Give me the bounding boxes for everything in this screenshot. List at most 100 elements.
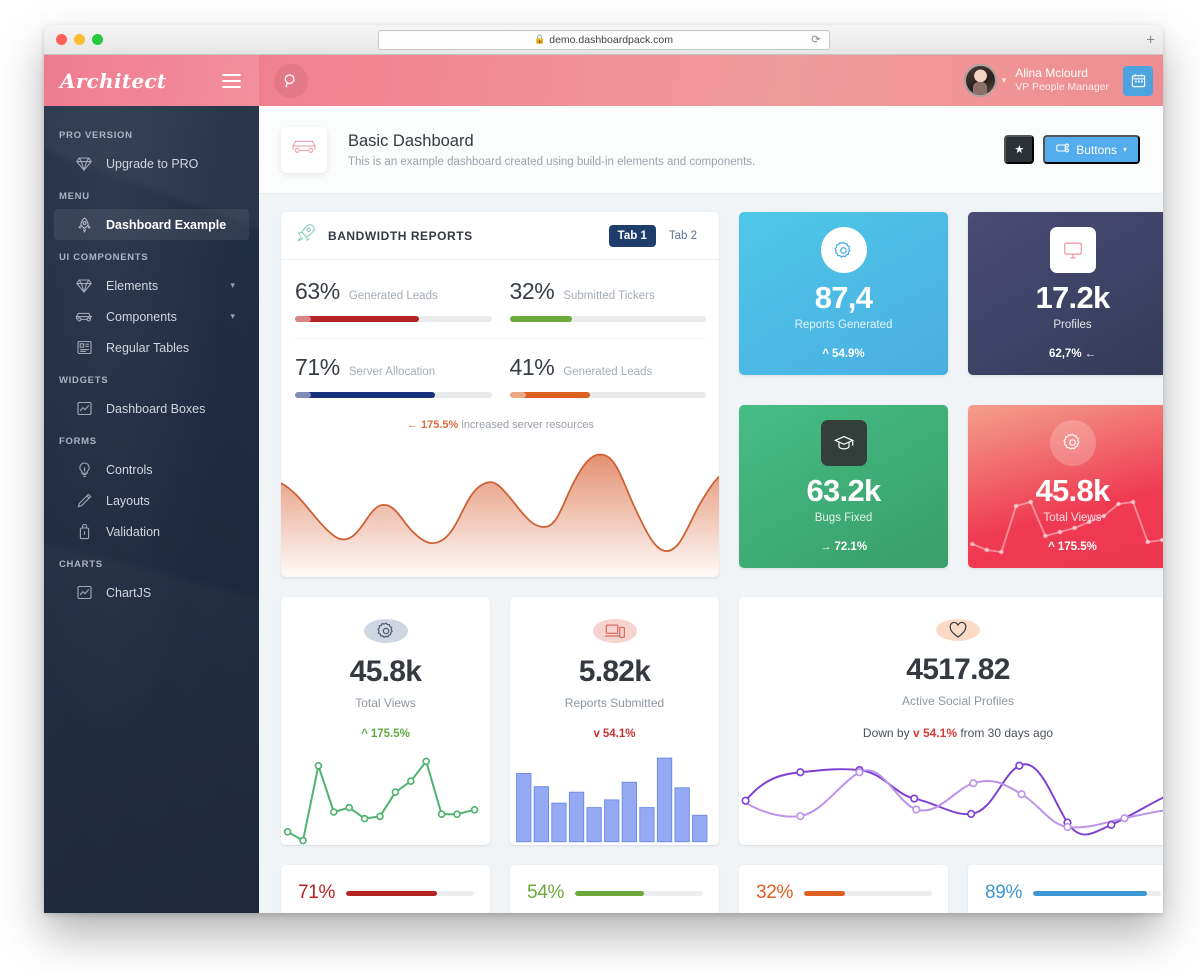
social-dual-line-chart: [739, 746, 1163, 847]
target-percent: 32%: [756, 882, 794, 904]
bandwidth-card-body: 63% Generated Leads 32% Submitted Ticker…: [281, 260, 719, 431]
devices-icon: [592, 619, 637, 644]
target-card-totals: 89% Totals Target: [968, 865, 1163, 913]
sidebar-item-upgrade-to-pro[interactable]: Upgrade to PRO: [54, 148, 249, 179]
target-track: [575, 890, 703, 896]
stat-line-chart: [281, 746, 490, 845]
metric-value: 41%: [509, 354, 555, 380]
area-chart-svg: [281, 453, 719, 578]
tile-delta: → 72.1%: [820, 541, 867, 553]
sidebar-heading-menu: MENU: [59, 191, 90, 202]
page-title: Basic Dashboard: [348, 131, 474, 150]
address-bar-url: demo.dashboardpack.com: [549, 33, 673, 46]
sidebar-item-regular-tables[interactable]: Regular Tables: [54, 332, 249, 363]
maximize-window-button[interactable]: [92, 34, 103, 45]
bandwidth-card-tabs: Tab 1 Tab 2: [608, 224, 706, 247]
sidebar-item-validation[interactable]: Validation: [54, 516, 249, 547]
sidebar-brand: Architect: [44, 55, 259, 106]
tile-delta-value: 72.1%: [834, 540, 868, 553]
close-window-button[interactable]: [56, 34, 67, 45]
caret-up-icon: ^: [1048, 540, 1055, 553]
avatar[interactable]: [963, 64, 997, 97]
target-top: 32%: [756, 882, 932, 904]
sidebar-item-label: Components: [106, 309, 177, 324]
metric-value: 63%: [295, 278, 340, 304]
plus-icon[interactable]: +: [1146, 32, 1155, 47]
minimize-window-button[interactable]: [74, 34, 85, 45]
sidebar-item-dashboard-boxes[interactable]: Dashboard Boxes: [54, 393, 249, 424]
sidebar-item-label: ChartJS: [106, 585, 152, 600]
sidebar-item-label: Upgrade to PRO: [106, 156, 199, 171]
tile-delta: ^ 175.5%: [1048, 541, 1097, 553]
tile-delta-value: 62,7%: [1048, 348, 1082, 360]
sidebar-item-components[interactable]: Components ▾: [54, 301, 249, 332]
tile-profiles[interactable]: 17.2k Profiles 62,7% ←: [968, 212, 1163, 375]
page-header-actions: ★ Buttons ▾: [1004, 135, 1140, 164]
tile-bugs-fixed[interactable]: 63.2k Bugs Fixed → 72.1%: [739, 404, 948, 568]
sidebar-item-layouts[interactable]: Layouts: [54, 485, 249, 516]
stat-card-total-views: 45.8k Total Views ^ 175.5%: [281, 597, 490, 846]
heart-icon: [936, 619, 980, 642]
stat-delta: ^ 175.5%: [361, 728, 410, 740]
dual-line-chart-svg: [741, 761, 1163, 836]
caret-down-icon: v: [593, 728, 600, 741]
target-fill: [1033, 890, 1147, 896]
tile-label: Total Views: [1043, 511, 1102, 524]
address-bar[interactable]: 🔒 demo.dashboardpack.com ⟳: [377, 29, 830, 50]
reload-icon[interactable]: ⟳: [811, 33, 820, 46]
tile-delta-value: 175.5%: [1057, 540, 1097, 553]
metric-submitted-tickers: 32% Submitted Tickers: [509, 278, 706, 326]
arrow-right-icon: →: [819, 540, 832, 553]
tile-value: 63.2k: [806, 472, 881, 508]
gear-icon: [820, 227, 867, 273]
brand-logo[interactable]: Architect: [60, 69, 166, 93]
user-menu[interactable]: ▾ Alina Mclourd VP People Manager: [963, 64, 1163, 97]
progress-fill: [295, 392, 435, 398]
tile-value: 17.2k: [1035, 280, 1110, 315]
metric-generated-leads: 63% Generated Leads: [295, 278, 492, 326]
bandwidth-metrics-row-2: 71% Server Allocation 41% Generated Lead…: [295, 338, 706, 402]
hamburger-icon[interactable]: [222, 73, 241, 88]
stat-delta-value: 175.5%: [370, 728, 410, 741]
bandwidth-reports-card: BANDWIDTH REPORTS Tab 1 Tab 2 63% Genera…: [281, 212, 719, 578]
bandwidth-note: ← 175.5% increased server resources: [295, 419, 706, 431]
rocket-icon: [74, 216, 94, 233]
social-note-suffix: from 30 days ago: [957, 726, 1054, 741]
user-role: VP People Manager: [1015, 81, 1109, 94]
user-name: Alina Mclourd: [1015, 66, 1088, 81]
sidebar-item-elements[interactable]: Elements ▾: [54, 270, 249, 301]
stat-card-reports-submitted: 5.82k Reports Submitted v 54.1%: [510, 597, 719, 846]
buttons-dropdown-label: Buttons: [1076, 142, 1117, 157]
target-card-income: 71% Income Target: [281, 865, 490, 913]
tile-delta: ^ 54.9%: [822, 348, 864, 360]
buttons-dropdown-button[interactable]: Buttons ▾: [1043, 135, 1140, 164]
sidebar-item-controls[interactable]: Controls: [54, 454, 249, 485]
tile-total-views[interactable]: 45.8k Total Views ^ 175.5%: [968, 404, 1163, 568]
calendar-icon[interactable]: [1123, 65, 1153, 96]
tile-value: 87,4: [814, 280, 873, 315]
tile-label: Reports Generated: [794, 319, 893, 331]
tab-2[interactable]: Tab 2: [660, 225, 706, 247]
tile-reports-generated[interactable]: 87,4 Reports Generated ^ 54.9%: [739, 212, 948, 375]
tile-delta: 62,7% ←: [1049, 348, 1096, 360]
browser-window: 🔒 demo.dashboardpack.com ⟳ + Architect P…: [44, 25, 1163, 913]
sidebar-heading-ui-components: UI COMPONENTS: [59, 252, 149, 263]
bandwidth-area-chart: [281, 435, 719, 578]
sidebar-item-chartjs[interactable]: ChartJS: [54, 577, 249, 608]
stat-delta: v 54.1%: [593, 728, 635, 740]
graduation-icon: [820, 419, 867, 466]
progress-track: [295, 316, 492, 322]
search-icon[interactable]: [274, 63, 308, 98]
sidebar-item-dashboard-example[interactable]: Dashboard Example: [54, 209, 249, 240]
star-button[interactable]: ★: [1004, 135, 1035, 164]
tab-1[interactable]: Tab 1: [608, 224, 656, 247]
sidebar-item-label: Elements: [106, 278, 159, 293]
window-traffic-lights[interactable]: [56, 34, 103, 45]
app-viewport: Architect PRO VERSION Upgrade to PRO MEN…: [44, 55, 1163, 913]
chevron-down-icon[interactable]: ▾: [1002, 75, 1007, 86]
chart-icon: [74, 584, 94, 601]
social-note-prefix: Down by: [862, 726, 913, 741]
sidebar: Architect PRO VERSION Upgrade to PRO MEN…: [44, 55, 259, 913]
bar-chart-svg: [516, 757, 708, 843]
bandwidth-note-arrow: ←: [406, 419, 418, 431]
